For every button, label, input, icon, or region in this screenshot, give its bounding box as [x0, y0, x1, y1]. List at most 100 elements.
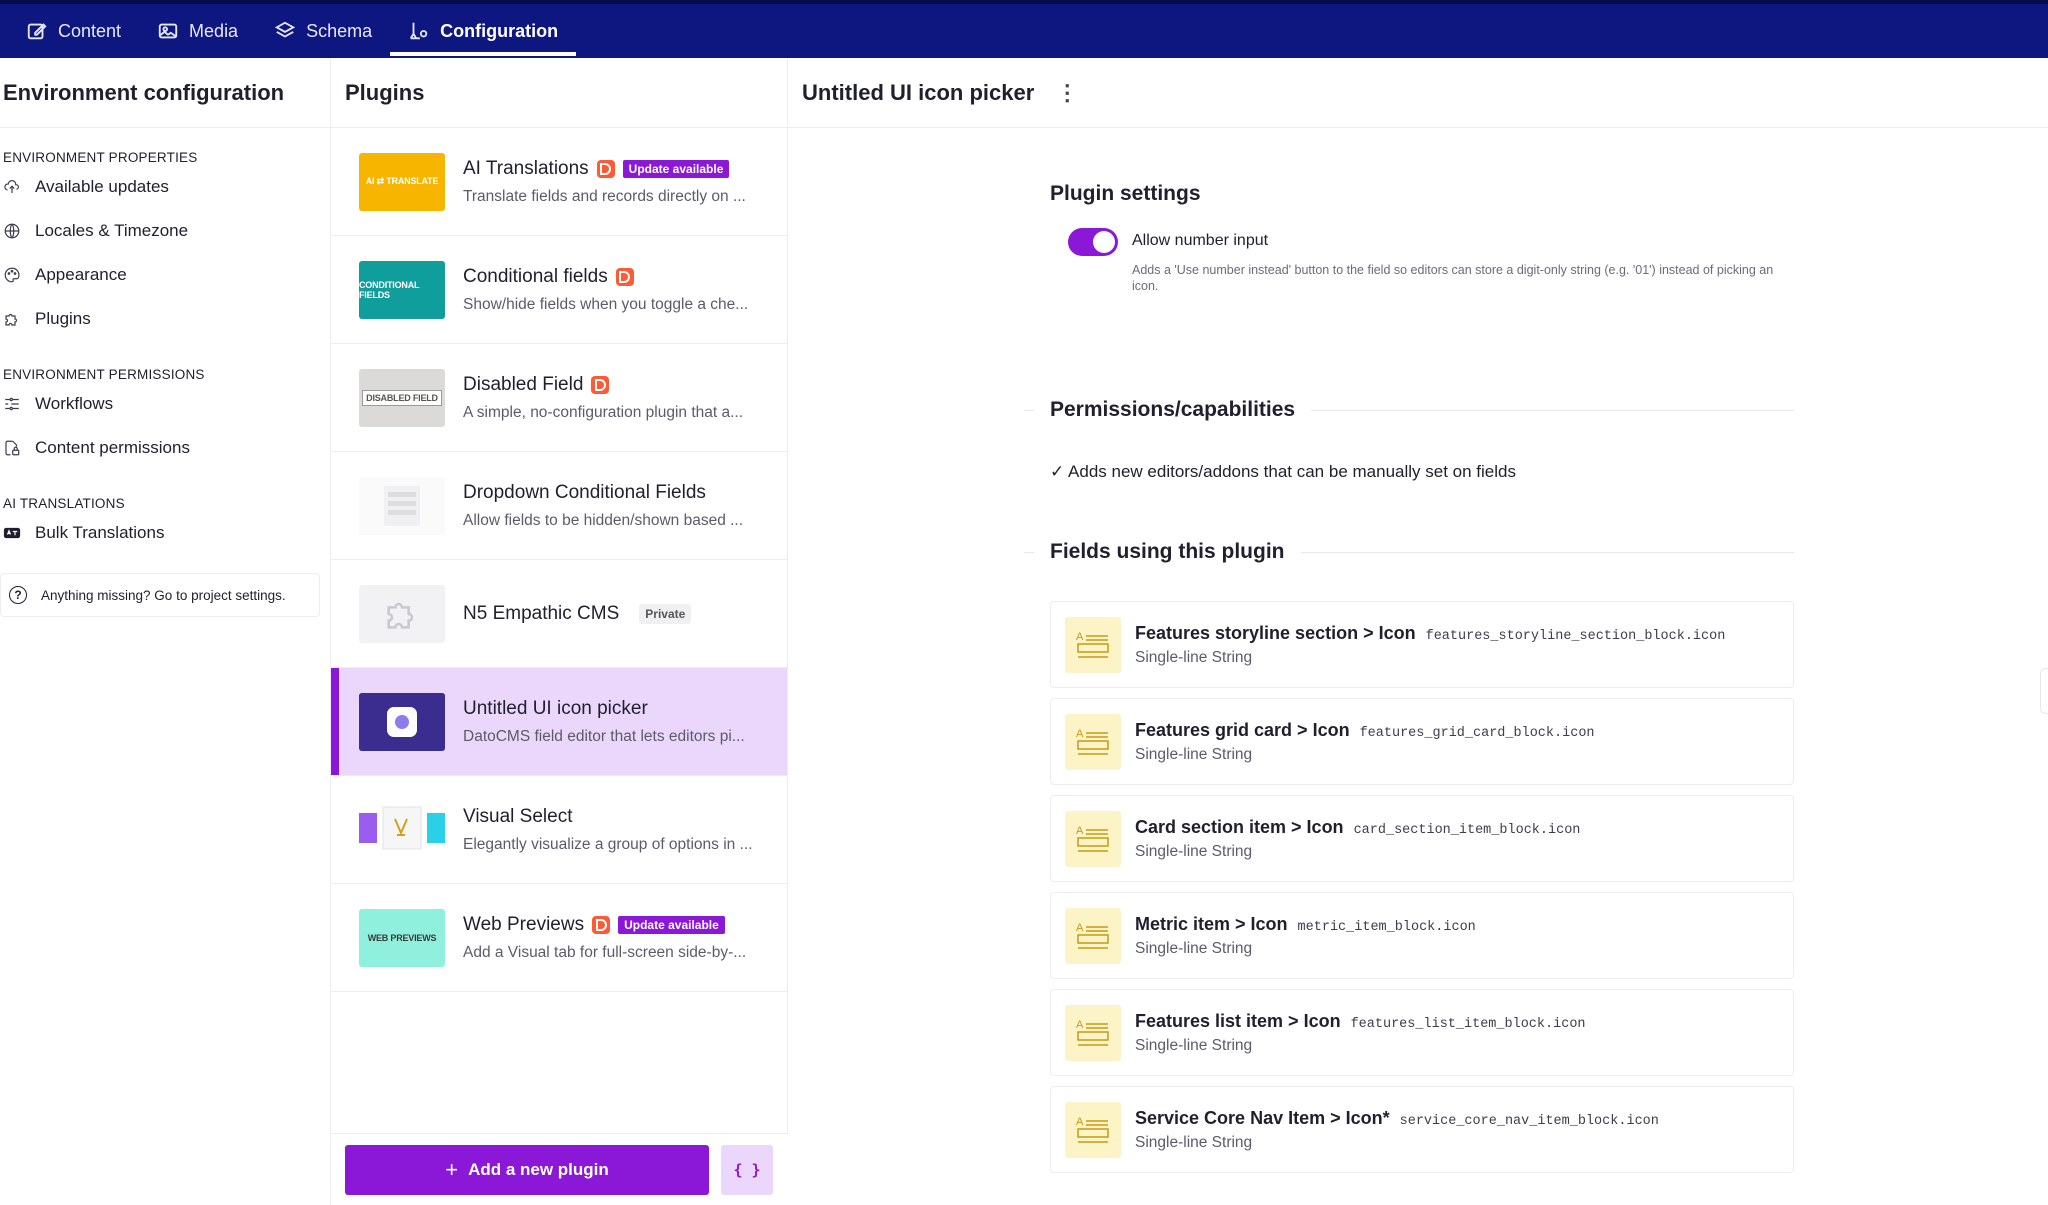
- plugin-item-web-previews[interactable]: WEB PREVIEWS Web Previews Update availab…: [331, 884, 787, 992]
- field-type: Single-line String: [1135, 745, 1253, 763]
- plugin-name: Visual Select: [463, 805, 573, 827]
- field-api-key: card_section_item_block.icon: [1353, 822, 1581, 838]
- plugin-item-untitled-ui-icon-picker[interactable]: Untitled UI icon picker DatoCMS field ed…: [331, 668, 787, 776]
- string-field-icon: A: [1065, 713, 1121, 770]
- sidebar-item-label: Bulk Translations: [35, 523, 165, 542]
- sidebar-item-plugins[interactable]: Plugins: [0, 297, 330, 341]
- field-card[interactable]: A Card section item > Icon card_section_i…: [1050, 795, 1794, 882]
- permissions-list: ✓ Adds new editors/addons that can be ma…: [1050, 462, 1794, 482]
- sidebar-title: Environment configuration: [0, 58, 330, 128]
- project-settings-link[interactable]: ? Anything missing? Go to project settin…: [0, 573, 320, 617]
- field-api-key: service_core_nav_item_block.icon: [1399, 1113, 1659, 1129]
- section-title: ENVIRONMENT PROPERTIES: [3, 150, 198, 165]
- plugin-item-disabled-field[interactable]: DISABLED FIELD Disabled Field A simple, …: [331, 344, 787, 452]
- plugin-name: Untitled UI icon picker: [463, 697, 648, 719]
- sidebar-item-workflows[interactable]: Workflows: [0, 382, 330, 426]
- plugin-thumbnail: [359, 800, 445, 859]
- sidebar-item-bulk-translations[interactable]: Bulk Translations: [0, 511, 330, 555]
- svg-text:A: A: [1076, 922, 1084, 934]
- tab-schema[interactable]: Schema: [256, 4, 390, 58]
- palette-icon: [4, 267, 20, 283]
- plugin-description: Show/hide fields when you toggle a che..…: [463, 295, 749, 313]
- svg-text:A: A: [1076, 631, 1084, 643]
- divider: [1024, 409, 1034, 411]
- plugins-title: Plugins: [331, 58, 787, 128]
- help-icon: ?: [9, 586, 27, 604]
- plugin-item-visual-select[interactable]: Visual Select Elegantly visualize a grou…: [331, 776, 787, 884]
- permissions-section: Permissions/capabilities: [1024, 398, 1794, 422]
- sidebar-item-label: Content permissions: [35, 438, 190, 457]
- field-card[interactable]: A Features storyline section > Icon featu…: [1050, 601, 1794, 688]
- private-badge: Private: [639, 603, 692, 624]
- plugin-thumbnail: WEB PREVIEWS: [359, 908, 445, 967]
- plugins-list-panel: Plugins AI ⇄ TRANSLATE AI Translations U…: [331, 58, 788, 1205]
- field-card[interactable]: A Service Core Nav Item > Icon* service_c…: [1050, 1086, 1794, 1173]
- plugin-name: Web Previews: [463, 913, 585, 935]
- translate-icon: [3, 527, 21, 539]
- field-name: Features grid card > Icon: [1135, 719, 1350, 740]
- plugin-item-conditional-fields[interactable]: CONDITIONAL FIELDS Conditional fields Sh…: [331, 236, 787, 344]
- tab-content[interactable]: Content: [8, 4, 139, 58]
- detail-title: Untitled UI icon picker: [802, 79, 1035, 105]
- app-icon: [359, 692, 445, 751]
- sidebar-item-available-updates[interactable]: Available updates: [0, 165, 330, 209]
- more-options-icon[interactable]: ⋮: [1056, 81, 1078, 104]
- code-button[interactable]: { }: [721, 1144, 773, 1195]
- field-name: Service Core Nav Item > Icon*: [1135, 1107, 1390, 1128]
- image-icon: [158, 23, 178, 39]
- plugin-thumbnail: AI ⇄ TRANSLATE: [359, 152, 445, 211]
- form-preview-icon: [384, 485, 420, 526]
- toggle-help: Adds a 'Use number instead' button to th…: [1132, 263, 1774, 293]
- section-title: AI TRANSLATIONS: [3, 496, 125, 511]
- allow-number-input-toggle[interactable]: [1068, 228, 1118, 256]
- thumb-text: WEB PREVIEWS: [367, 932, 437, 943]
- sidebar-item-locales[interactable]: Locales & Timezone: [0, 209, 330, 253]
- allow-number-input-setting: Allow number input Adds a 'Use number in…: [1068, 228, 1777, 294]
- datocms-icon: [615, 267, 634, 286]
- plugin-item-n5-empathic-cms[interactable]: N5 Empathic CMS Private: [331, 560, 787, 668]
- string-field-icon: A: [1065, 907, 1121, 964]
- section-heading: Permissions/capabilities: [1050, 398, 1296, 421]
- plugin-item-dropdown-conditional-fields[interactable]: Dropdown Conditional Fields Allow fields…: [331, 452, 787, 560]
- plugin-name: AI Translations: [463, 157, 589, 179]
- update-badge: Update available: [622, 159, 730, 178]
- plugin-item-ai-translations[interactable]: AI ⇄ TRANSLATE AI Translations Update av…: [331, 128, 787, 236]
- sidebar-item-appearance[interactable]: Appearance: [0, 253, 330, 297]
- puzzle-icon: [387, 602, 414, 629]
- add-plugin-label: Add a new plugin: [468, 1159, 609, 1179]
- puzzle-icon: [5, 313, 18, 326]
- tab-label: Media: [189, 20, 239, 41]
- tab-label: Configuration: [440, 20, 559, 41]
- sidebar-item-content-permissions[interactable]: Content permissions: [0, 426, 330, 470]
- field-name: Features list item > Icon: [1135, 1010, 1341, 1031]
- plugin-description: Allow fields to be hidden/shown based ..…: [463, 511, 744, 529]
- plugin-thumbnail: [359, 584, 445, 643]
- field-card[interactable]: A Features list item > Icon features_list…: [1050, 989, 1794, 1076]
- top-nav: Content Media Schema Configuration: [0, 0, 2048, 58]
- field-api-key: features_storyline_section_block.icon: [1425, 628, 1726, 644]
- file-lock-icon: [5, 440, 20, 456]
- field-type: Single-line String: [1135, 842, 1253, 860]
- string-field-icon: A: [1065, 1004, 1121, 1061]
- plugin-settings-section: Plugin settings: [1050, 182, 1794, 206]
- tab-configuration[interactable]: Configuration: [390, 4, 577, 58]
- field-card[interactable]: A Features grid card > Icon features_grid…: [1050, 698, 1794, 785]
- datocms-icon: [596, 159, 615, 178]
- side-drawer-handle[interactable]: [2040, 668, 2048, 714]
- datocms-icon: [591, 375, 610, 394]
- missing-text: Anything missing? Go to project settings…: [41, 587, 286, 603]
- thumb-text: DISABLED FIELD: [362, 389, 442, 406]
- plugin-thumbnail: CONDITIONAL FIELDS: [359, 260, 445, 319]
- plugin-description: Elegantly visualize a group of options i…: [463, 835, 753, 853]
- fields-section: Fields using this plugin: [1024, 540, 1794, 564]
- tab-label: Content: [58, 20, 122, 41]
- sidebar-item-label: Plugins: [35, 309, 91, 328]
- field-type: Single-line String: [1135, 1036, 1253, 1054]
- plugin-thumbnail: [359, 476, 445, 535]
- tab-media[interactable]: Media: [139, 4, 256, 58]
- add-plugin-button[interactable]: + Add a new plugin: [345, 1144, 709, 1195]
- field-type: Single-line String: [1135, 1133, 1253, 1151]
- field-card[interactable]: A Metric item > Icon metric_item_block.ic…: [1050, 892, 1794, 979]
- code-icon: { }: [733, 1160, 761, 1179]
- field-name: Features storyline section > Icon: [1135, 622, 1416, 643]
